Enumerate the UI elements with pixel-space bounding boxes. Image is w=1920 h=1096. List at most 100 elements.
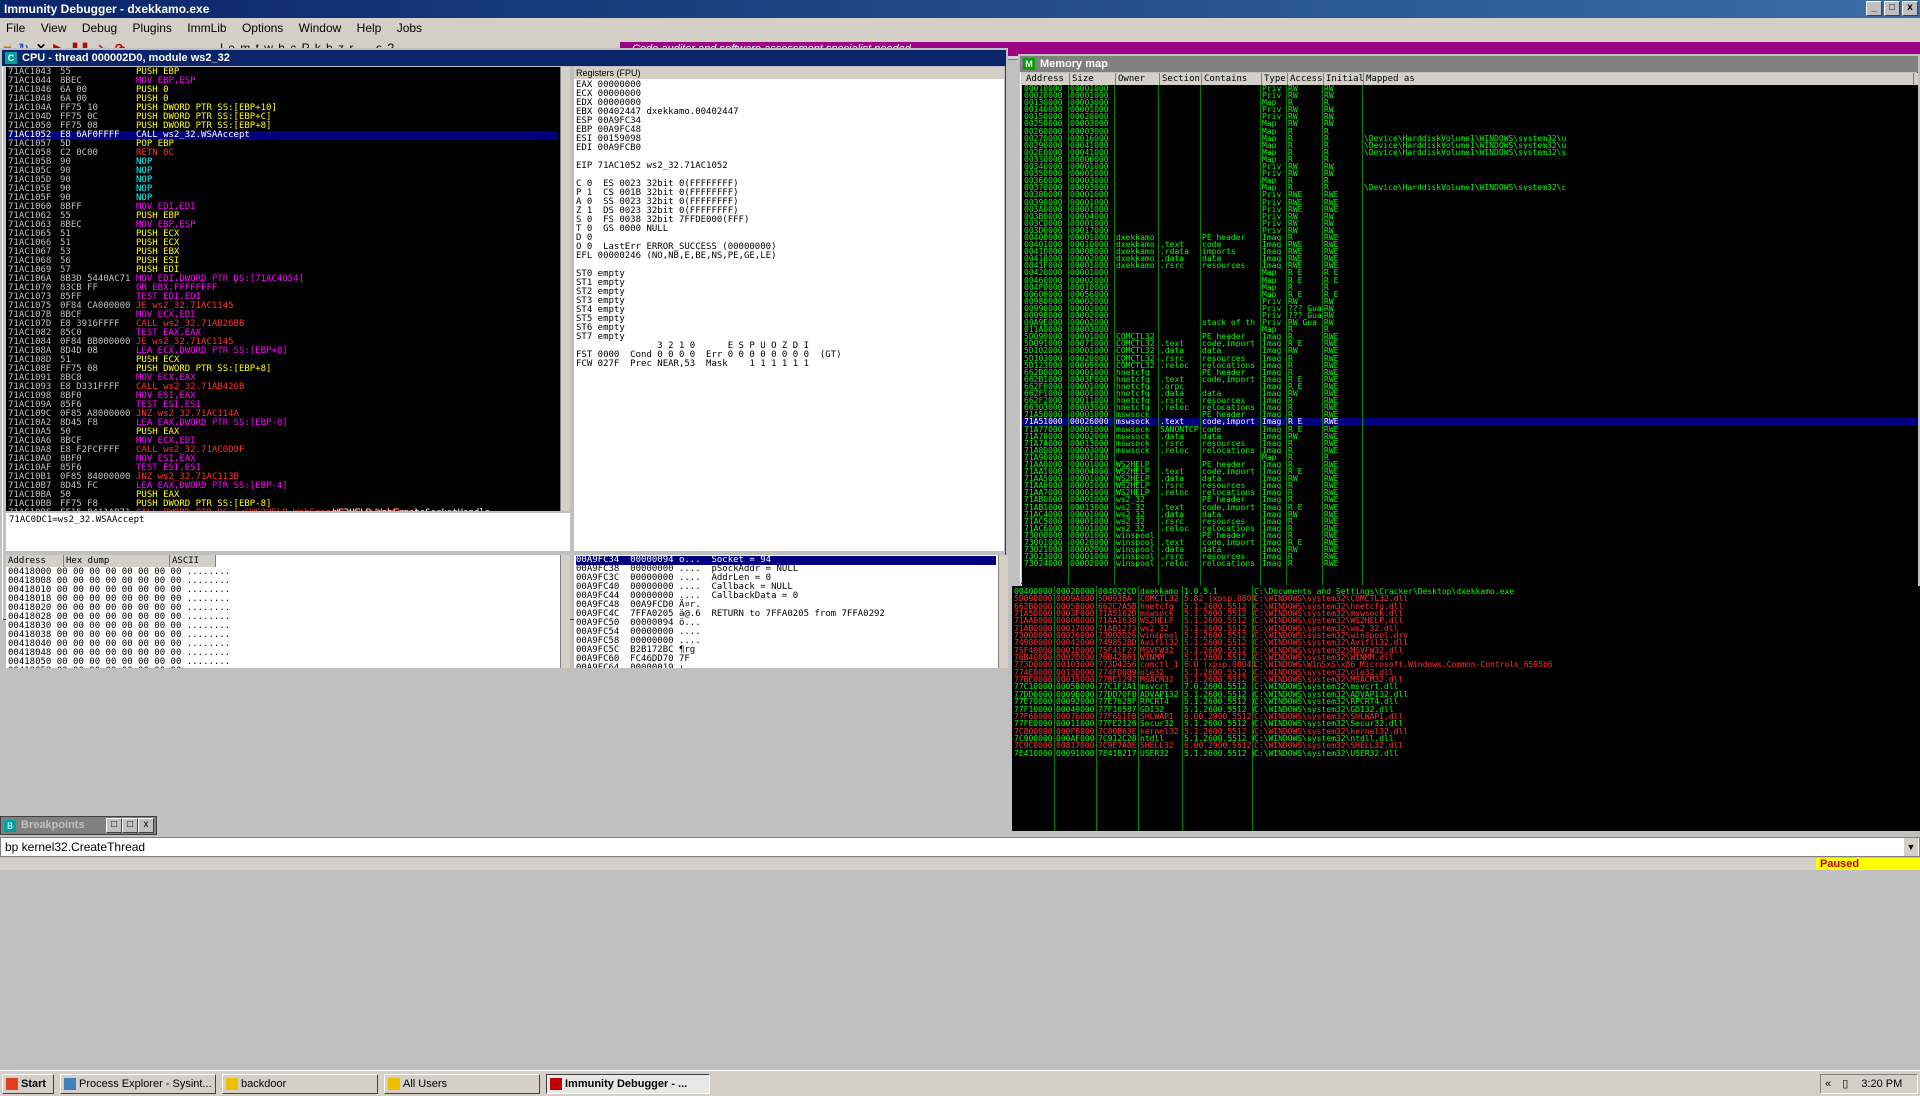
memory-map-row[interactable]: 00990000 00002000 Priv ??? Gua RW	[1022, 305, 1918, 312]
memory-map-row[interactable]: 004F0000 00010000 Map R R	[1022, 284, 1918, 291]
memory-map-row[interactable]: 00290000 00041000 Map R R \Device\HarddiskVol…	[1022, 142, 1918, 149]
memory-map-row[interactable]: 71AA1000 00004000 WS2HELP .text code,import I…	[1022, 468, 1918, 475]
disasm-row[interactable]: 71AC10A8 E8 F2FCFFFF CALL ws2_32.71AC0D9F	[8, 446, 558, 455]
memory-map-row[interactable]: 73024000 00002000 winspool .reloc relocation…	[1022, 560, 1918, 567]
memory-map-row[interactable]: 002E0000 00041000 Map R R \Device\HarddiskVol…	[1022, 149, 1918, 156]
disasm-row[interactable]: 71AC108A 8D4D 08 LEA ECX,DWORD PTR SS:[EBP…	[8, 347, 558, 356]
stack-pane[interactable]: 00A9FC34 00000094 ö... Socket = 94 00A9FC…	[574, 555, 998, 668]
memory-map-row[interactable]: 71AA5000 00001000 WS2HELP .data data Imag RW RW…	[1022, 475, 1918, 482]
memory-map-row[interactable]: 011A0000 00003000 Map R R	[1022, 326, 1918, 333]
disasm-row[interactable]: 71AC1046 6A 00 PUSH 0	[8, 86, 558, 95]
memory-map-row[interactable]: 00360000 00003000 Map R R	[1022, 177, 1918, 184]
disasm-row[interactable]: 71AC1093 E8 D331FFFF CALL ws2_32.71AB426B	[8, 383, 558, 392]
disasm-row[interactable]: 71AC10A5 50 PUSH EAX	[8, 428, 558, 437]
memory-map-col-header[interactable]: Contains	[1202, 73, 1262, 85]
disasm-row[interactable]: 71AC107D E8 3916FFFF CALL ws2_32.71AB26BB	[8, 320, 558, 329]
memory-map-row[interactable]: 00250000 00003000 Map RW RW	[1022, 120, 1918, 127]
memory-map-row[interactable]: 71A90000 00001000 Map R R	[1022, 454, 1918, 461]
memory-map-row[interactable]: 00A9E000 00002000 stack of th Priv RW Gua RW	[1022, 319, 1918, 326]
disassembly-scrollbar[interactable]	[560, 67, 570, 511]
memory-map-row[interactable]: 71AB1000 00013000 ws2_32 .text code,import Im…	[1022, 504, 1918, 511]
memory-map-row[interactable]: 00270000 00016000 Map R R \Device\HarddiskVol…	[1022, 135, 1918, 142]
task-process-explorer[interactable]: Process Explorer - Sysint...	[60, 1074, 216, 1094]
disasm-row[interactable]: 71AC1063 8BEC MOV EBP,ESP	[8, 221, 558, 230]
memory-map-row[interactable]: 003B0000 00004000 Priv RW RW	[1022, 213, 1918, 220]
stack-scrollbar[interactable]	[998, 555, 1008, 668]
memory-map-row[interactable]: 003D0000 00017000 Priv RW RW	[1022, 227, 1918, 234]
memory-map-row[interactable]: 00600000 00056000 Map R E R E	[1022, 291, 1918, 298]
memory-map-row[interactable]: 00380000 00001000 Priv RWE RWE	[1022, 191, 1918, 198]
memory-map-row[interactable]: 71A51000 00026000 mswsock .text code,import I…	[1022, 418, 1918, 426]
memory-map-row[interactable]: 662B1000 0003F000 hnetcfg .text code,import I…	[1022, 376, 1918, 383]
memory-map-row[interactable]: 662F1000 00001000 hnetcfg .data data Imag RW RW…	[1022, 390, 1918, 397]
disasm-row[interactable]: 71AC1066 51 PUSH ECX	[8, 239, 558, 248]
command-dropdown-icon[interactable]: ▼	[1904, 838, 1918, 856]
memory-map-row[interactable]: 003C0000 00001000 Priv RW RW	[1022, 220, 1918, 227]
memory-map-row[interactable]: 00130000 00003000 Map R R	[1022, 99, 1918, 106]
maximize-button[interactable]: □	[1884, 1, 1900, 16]
memory-map-row[interactable]: 5D091000 00071000 COMCTL32 .text code,import…	[1022, 340, 1918, 347]
menu-debug[interactable]: Debug	[76, 21, 123, 35]
memory-map-table[interactable]: Address Size Owner Section Contains Type Acces…	[1022, 73, 1918, 586]
disasm-row[interactable]: 71AC10A2 8D45 F8 LEA EAX,DWORD PTR SS:[EBP…	[8, 419, 558, 428]
memory-map-row[interactable]: 00980000 00002000 Priv RW RW	[1022, 298, 1918, 305]
disasm-row[interactable]: 71AC1070 83CB FF OR EBX,FFFFFFFF	[8, 284, 558, 293]
disassembly-pane[interactable]: 71AC1043 55 PUSH EBP 71AC1044 8BEC MOV EBP,ES…	[6, 67, 560, 511]
memory-map-col-header[interactable]: Initial	[1324, 73, 1364, 85]
tray-expand-icon[interactable]: «	[1821, 1078, 1835, 1090]
disasm-row[interactable]: 71AC105F 90 NOP	[8, 194, 558, 203]
menu-options[interactable]: Options	[236, 21, 289, 35]
menu-jobs[interactable]: Jobs	[391, 21, 428, 35]
disasm-row[interactable]: 71AC1067 53 PUSH EBX	[8, 248, 558, 257]
disasm-row[interactable]: 71AC1062 55 PUSH EBP	[8, 212, 558, 221]
breakpoints-window[interactable]: B Breakpoints □ □ x	[0, 816, 157, 835]
memory-map-row[interactable]: 5D103000 00020000 COMCTL32 .rsrc resources Im…	[1022, 355, 1918, 362]
memory-map-row[interactable]: 73000000 00001000 winspool PE header Imag R RW…	[1022, 532, 1918, 539]
disasm-row[interactable]: 71AC10AD 8BF0 MOV ESI,EAX	[8, 455, 558, 464]
command-input[interactable]: bp kernel32.CreateThread	[0, 837, 1920, 857]
dump-scrollbar[interactable]	[560, 555, 570, 668]
breakpoints-restore-button[interactable]: □	[106, 818, 122, 833]
disasm-row[interactable]: 71AC1075 0F84 CA000000 JE ws2_32.71AC1145	[8, 302, 558, 311]
disasm-row[interactable]: 71AC1043 55 PUSH EBP	[8, 68, 558, 77]
memory-map-col-header[interactable]: Size	[1070, 73, 1116, 85]
memory-map-row[interactable]: 71A77000 00001000 mswsock SANONTCP code Imag R…	[1022, 426, 1918, 433]
task-all-users[interactable]: All Users	[384, 1074, 540, 1094]
registers-pane[interactable]: Registers (FPU) EAX 00000000 ECX 00000000…	[574, 67, 1004, 551]
stack-row[interactable]: 00A9FC64 00000019 ↓...	[576, 664, 996, 669]
dump-pane[interactable]: Address Hex dump ASCII 00418000 00 00 00…	[6, 555, 560, 668]
disasm-row[interactable]: 71AC105C 90 NOP	[8, 167, 558, 176]
memory-map-row[interactable]: 00418000 00002000 dxekkamo .data data Imag RWE…	[1022, 255, 1918, 262]
module-row[interactable]: 7E410000 00091000 7E41B217 USER32 5.1.2600.5…	[1012, 749, 1920, 757]
memory-map-row[interactable]: 71AC4000 00001000 ws2_32 .data data Imag RW RWE	[1022, 511, 1918, 518]
disasm-row[interactable]: 71AC1058 C2 0C00 RETN 0C	[8, 149, 558, 158]
tray-volume-icon[interactable]: ▯	[1838, 1078, 1852, 1090]
menu-view[interactable]: View	[35, 21, 73, 35]
menu-window[interactable]: Window	[293, 21, 348, 35]
memory-map-col-header[interactable]: Section	[1160, 73, 1202, 85]
memory-map-row[interactable]: 71AB0000 00001000 ws2_32 PE header Imag R RWE	[1022, 496, 1918, 503]
memory-map-row[interactable]: 71A78000 00002000 mswsock .data data Imag RW RW…	[1022, 433, 1918, 440]
memory-map-row[interactable]: 003A0000 00001000 Priv RWE RWE	[1022, 206, 1918, 213]
memory-map-row[interactable]: 00401000 00010000 dxekkamo .text code Imag RWE…	[1022, 241, 1918, 248]
disasm-row[interactable]: 71AC1044 8BEC MOV EBP,ESP	[8, 77, 558, 86]
memory-map-row[interactable]: 71AC6000 00001000 ws2_32 .reloc relocations I…	[1022, 525, 1918, 532]
memory-map-row[interactable]: 00998000 00002000 Priv ??? Gua RW	[1022, 312, 1918, 319]
memory-map-row[interactable]: 5D102000 00001000 COMCTL32 .data data Imag RW R…	[1022, 347, 1918, 354]
minimize-button[interactable]: _	[1866, 1, 1882, 16]
start-button[interactable]: Start	[2, 1074, 54, 1094]
task-immunity-debugger[interactable]: Immunity Debugger - ...	[546, 1074, 710, 1094]
disasm-row[interactable]: 71AC1098 8BF0 MOV ESI,EAX	[8, 392, 558, 401]
memory-map-col-header[interactable]: Access	[1288, 73, 1324, 85]
disasm-row[interactable]: 71AC108E FF75 08 PUSH DWORD PTR SS:[EBP+8]	[8, 365, 558, 374]
breakpoints-max-button[interactable]: □	[122, 818, 138, 833]
memory-map-row[interactable]: 00010000 00001000 Priv RW RW	[1022, 85, 1918, 92]
memory-map-row[interactable]: 662F0000 00001000 hnetcfg .orpc Imag R E RWE	[1022, 383, 1918, 390]
memory-map-col-header[interactable]: Owner	[1116, 73, 1160, 85]
memory-map-row[interactable]: 71AC5000 00001000 ws2_32 .rsrc resources Imag…	[1022, 518, 1918, 525]
disasm-row[interactable]: 71AC1065 51 PUSH ECX	[8, 230, 558, 239]
disasm-row[interactable]: 71AC105B 90 NOP	[8, 158, 558, 167]
memory-map-row[interactable]: 00260000 00003000 Map R R	[1022, 128, 1918, 135]
disasm-row[interactable]: 71AC1052 E8 6AF0FFFF CALL ws2_32.WSAAccept	[8, 131, 558, 140]
memory-map-row[interactable]: 73001000 00020000 winspool .text code,import…	[1022, 539, 1918, 546]
